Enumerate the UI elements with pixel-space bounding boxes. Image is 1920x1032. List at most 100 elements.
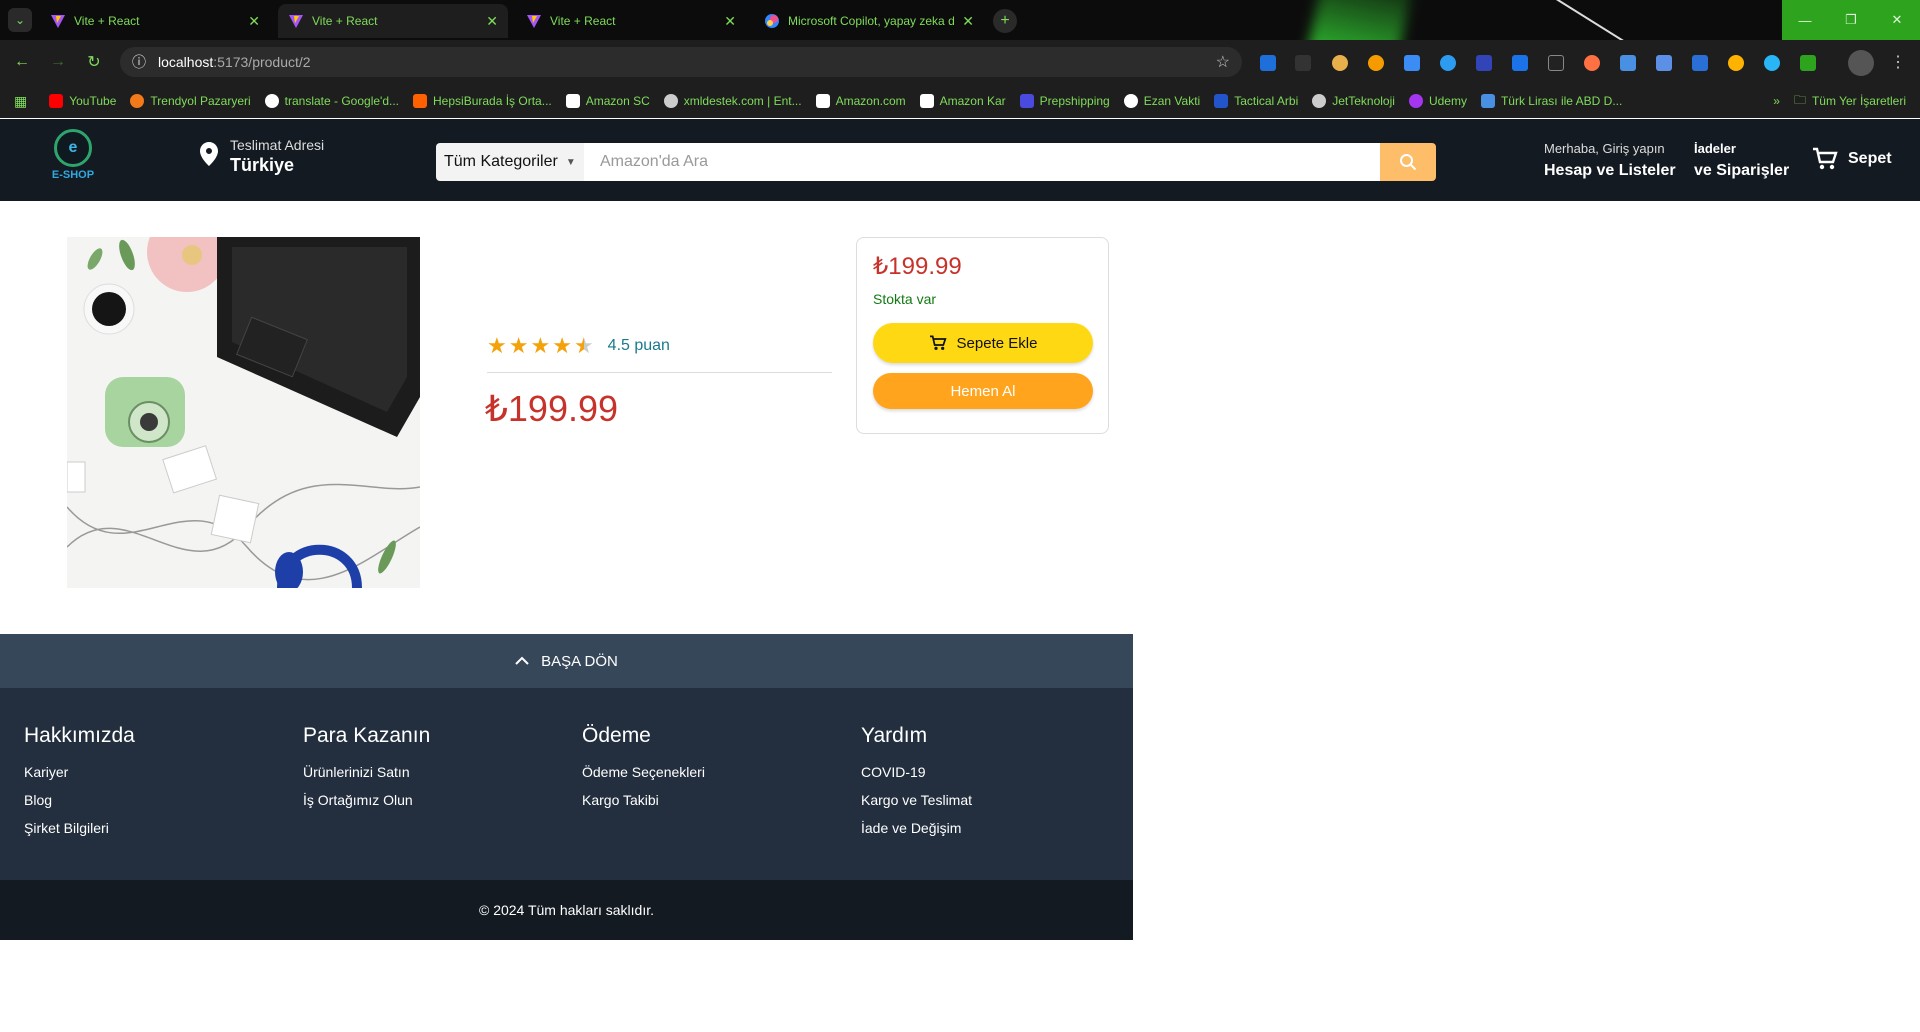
bookmark-item[interactable]: YouTube (49, 94, 116, 108)
extension-icon[interactable] (1692, 55, 1708, 71)
buy-now-button[interactable]: Hemen Al (873, 373, 1093, 409)
bookmark-item[interactable]: xmldestek.com | Ent... (663, 94, 802, 108)
footer-link[interactable]: Kargo ve Teslimat (861, 792, 972, 808)
browser-tab-3[interactable]: Vite + React ✕ (516, 4, 746, 38)
extension-icon[interactable] (1404, 55, 1420, 71)
star-icon: ★ (552, 333, 572, 358)
cart-logo-icon: e (54, 129, 92, 167)
add-to-cart-button[interactable]: Sepete Ekle (873, 323, 1093, 363)
bookmark-item[interactable]: Ezan Vakti (1123, 94, 1201, 108)
extension-icon[interactable] (1512, 55, 1528, 71)
bookmark-label: Amazon Kar (939, 94, 1006, 108)
browser-menu-icon[interactable]: ⋮ (1890, 52, 1906, 72)
tab-title: Vite + React (550, 14, 616, 28)
cart-button[interactable]: Sepet (1812, 147, 1892, 171)
tab-search-button[interactable]: ⌄ (8, 8, 32, 32)
close-tab-icon[interactable]: ✕ (486, 13, 498, 30)
google-icon (1123, 94, 1138, 108)
bookmark-label: Trendyol Pazaryeri (150, 94, 251, 108)
extension-icon[interactable] (1620, 55, 1636, 71)
bookmark-item[interactable]: JetTeknoloji (1312, 94, 1395, 108)
extension-icon[interactable] (1656, 55, 1672, 71)
footer-link[interactable]: Kariyer (24, 764, 135, 780)
amazon-icon (815, 94, 830, 108)
returns-orders[interactable]: İadeler ve Siparişler (1694, 141, 1789, 180)
extension-icon[interactable] (1764, 55, 1780, 71)
extension-icon[interactable] (1332, 55, 1348, 71)
extension-icon[interactable] (1584, 55, 1600, 71)
footer-link[interactable]: İş Ortağımız Olun (303, 792, 430, 808)
footer-link[interactable]: Ürünlerinizi Satın (303, 764, 430, 780)
extension-icon[interactable] (1476, 55, 1492, 71)
google-icon (264, 94, 279, 108)
back-icon[interactable]: ← (12, 52, 32, 72)
search-button[interactable] (1380, 143, 1436, 181)
browser-tab-1[interactable]: Vite + React ✕ (40, 4, 270, 38)
extension-icon[interactable] (1440, 55, 1456, 71)
bookmark-item[interactable]: translate - Google'd... (264, 94, 399, 108)
extension-icon[interactable] (1295, 55, 1311, 71)
cart-label: Sepet (1848, 150, 1892, 167)
footer-link[interactable]: Şirket Bilgileri (24, 820, 135, 836)
extension-icon[interactable] (1728, 55, 1744, 71)
bookmark-label: Türk Lirası ile ABD D... (1500, 94, 1623, 108)
bookmark-label: Prepshipping (1039, 94, 1110, 108)
bookmark-item[interactable]: Amazon SC (565, 94, 650, 108)
account-menu[interactable]: Merhaba, Giriş yapın Hesap ve Listeler (1544, 141, 1676, 180)
globe-icon (1312, 94, 1327, 108)
extensions-puzzle-icon[interactable] (1800, 55, 1816, 71)
close-tab-icon[interactable]: ✕ (962, 13, 974, 30)
footer-link[interactable]: COVID-19 (861, 764, 972, 780)
extension-icon[interactable] (1368, 55, 1384, 71)
account-greeting: Merhaba, Giriş yapın (1544, 141, 1665, 156)
more-bookmarks-icon[interactable]: » (1773, 94, 1780, 108)
footer-link[interactable]: İade ve Değişim (861, 820, 972, 836)
profile-avatar[interactable] (1848, 50, 1874, 76)
bookmark-item[interactable]: Türk Lirası ile ABD D... (1480, 94, 1623, 108)
extension-icon[interactable] (1548, 55, 1564, 71)
bookmark-item[interactable]: Prepshipping (1019, 94, 1110, 108)
chevron-up-icon (515, 656, 529, 665)
close-tab-icon[interactable]: ✕ (248, 13, 260, 30)
footer-link[interactable]: Blog (24, 792, 135, 808)
bookmark-label: YouTube (69, 94, 117, 108)
bookmark-item[interactable]: Udemy (1408, 94, 1467, 108)
bookmark-item[interactable]: Amazon Kar (919, 94, 1006, 108)
add-to-cart-label: Sepete Ekle (956, 334, 1038, 352)
bookmark-item[interactable]: Tactical Arbi (1214, 94, 1298, 108)
apps-grid-icon[interactable]: ▦ (14, 93, 27, 110)
restore-button[interactable]: ❐ (1828, 0, 1874, 40)
product-rating[interactable]: ★ ★ ★ ★ ★ 4.5 puan (487, 333, 670, 359)
forward-icon[interactable]: → (48, 52, 68, 72)
address-bar[interactable]: ⓘ localhost:5173/product/2 ☆ (120, 47, 1242, 77)
category-select[interactable]: Tüm Kategoriler ▼ (436, 143, 584, 181)
footer-column-title: Yardım (861, 724, 928, 747)
footer-link[interactable]: Kargo Takibi (582, 792, 705, 808)
extension-icon[interactable] (1260, 55, 1276, 71)
all-bookmarks-folder[interactable]: 🗀 Tüm Yer İşaretleri (1794, 91, 1906, 112)
close-tab-icon[interactable]: ✕ (724, 13, 736, 30)
browser-tab-2[interactable]: Vite + React ✕ (278, 4, 508, 38)
tab-title: Vite + React (312, 14, 378, 28)
bookmark-item[interactable]: HepsiBurada İş Orta... (413, 94, 552, 108)
url-path: :5173/product/2 (213, 54, 311, 70)
bookmark-label: Ezan Vakti (1143, 94, 1201, 108)
back-to-top-button[interactable]: BAŞA DÖN (0, 634, 1133, 688)
footer-link[interactable]: Ödeme Seçenekleri (582, 764, 705, 780)
search-bar: Tüm Kategoriler ▼ (436, 143, 1436, 181)
delivery-address[interactable]: Teslimat Adresi Türkiye (200, 137, 324, 176)
copyright-bar: © 2024 Tüm hakları saklıdır. (0, 880, 1133, 940)
close-window-button[interactable]: ✕ (1874, 0, 1920, 40)
site-logo[interactable]: e E-SHOP (45, 129, 101, 189)
product-price: ₺199.99 (485, 388, 619, 429)
bookmark-item[interactable]: Trendyol Pazaryeri (130, 94, 251, 108)
site-info-icon[interactable]: ⓘ (132, 52, 146, 72)
search-input[interactable] (584, 143, 1380, 181)
reload-icon[interactable]: ↻ (84, 52, 104, 72)
new-tab-button[interactable]: + (993, 9, 1017, 33)
bookmark-star-icon[interactable]: ☆ (1216, 52, 1230, 72)
bookmark-item[interactable]: Amazon.com (815, 94, 906, 108)
browser-tab-4[interactable]: Microsoft Copilot, yapay zeka destekli ✕ (754, 4, 984, 38)
vite-icon (51, 15, 65, 28)
minimize-button[interactable]: — (1782, 0, 1828, 40)
